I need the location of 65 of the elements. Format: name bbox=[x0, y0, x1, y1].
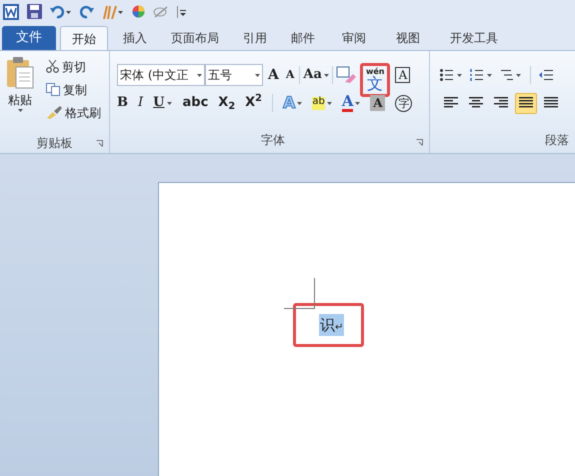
group-label: 字体 bbox=[261, 132, 285, 149]
shading-button[interactable]: A bbox=[370, 95, 386, 111]
character-border-button[interactable]: A bbox=[395, 67, 410, 83]
ribbon-tab[interactable]: 邮件 bbox=[280, 26, 326, 50]
align-right-icon bbox=[494, 97, 508, 109]
ribbon-tab[interactable]: 插入 bbox=[112, 26, 158, 50]
align-button[interactable] bbox=[515, 92, 537, 114]
ribbon-tab[interactable]: 开始 bbox=[60, 26, 108, 50]
caret-icon bbox=[326, 102, 332, 104]
caret-icon bbox=[18, 109, 22, 112]
redo-icon[interactable] bbox=[80, 4, 94, 18]
customize-icon[interactable] bbox=[177, 6, 186, 18]
group-label: 剪贴板 bbox=[36, 135, 72, 152]
caret-icon bbox=[255, 74, 260, 76]
clipboard-button[interactable]: 剪切 bbox=[46, 57, 101, 76]
color-wheel-icon[interactable] bbox=[132, 5, 145, 18]
font-size-field[interactable]: 五号 bbox=[205, 64, 263, 86]
ribbon-tab[interactable]: 页面布局 bbox=[160, 26, 230, 50]
format-button[interactable]: abc bbox=[182, 93, 208, 113]
change-case-button[interactable]: Aa bbox=[303, 65, 329, 85]
numbering-icon[interactable] bbox=[470, 69, 492, 81]
ribbon-tab[interactable]: 审阅 bbox=[328, 26, 380, 50]
app-icon[interactable] bbox=[3, 4, 19, 20]
format-button[interactable]: I bbox=[138, 93, 144, 113]
format-button[interactable]: B bbox=[117, 93, 128, 113]
clear-format-icon[interactable] bbox=[336, 66, 356, 84]
clipboard-button[interactable]: 复制 bbox=[46, 80, 101, 99]
caret-icon bbox=[355, 102, 360, 104]
multilevel-list-icon[interactable] bbox=[500, 69, 522, 81]
align-left-icon bbox=[444, 97, 458, 109]
copy-icon bbox=[46, 83, 60, 96]
undo-icon[interactable] bbox=[50, 4, 72, 18]
distribute-icon bbox=[544, 97, 558, 109]
selected-text: 识↵ bbox=[319, 314, 344, 336]
format-button[interactable]: U bbox=[153, 93, 172, 113]
bullets-icon[interactable] bbox=[440, 69, 462, 81]
scissors-icon bbox=[46, 60, 59, 73]
caret-icon bbox=[167, 102, 172, 104]
file-tab[interactable]: 文件 bbox=[2, 26, 56, 50]
shrink-font-button[interactable]: A bbox=[284, 66, 296, 84]
dialog-launcher-icon[interactable] bbox=[96, 140, 103, 146]
caret-icon bbox=[297, 102, 302, 104]
align-center-icon bbox=[469, 97, 483, 109]
dialog-launcher-icon[interactable] bbox=[416, 139, 423, 146]
ribbon-tab[interactable]: 引用 bbox=[232, 26, 278, 50]
ribbon-tab[interactable]: 视图 bbox=[382, 26, 434, 50]
brush-icon[interactable] bbox=[102, 4, 124, 18]
enclose-char-button[interactable]: 字 bbox=[395, 94, 412, 112]
clipboard-icon bbox=[6, 57, 34, 89]
ribbon-tab[interactable]: 开发工具 bbox=[436, 26, 512, 50]
caret-icon bbox=[197, 74, 202, 76]
format-brush-icon bbox=[46, 106, 62, 119]
save-icon[interactable] bbox=[27, 4, 42, 19]
font-name-field[interactable]: 宋体 (中文正 bbox=[117, 64, 205, 86]
font-color-button[interactable]: A bbox=[342, 94, 360, 112]
phonetic-guide-button[interactable]: wén 文 bbox=[366, 68, 384, 92]
caret-icon bbox=[324, 74, 329, 76]
clipboard-button[interactable]: 格式刷 bbox=[46, 103, 101, 122]
group-label: 段落 bbox=[545, 132, 569, 149]
paste-button[interactable]: 粘贴 bbox=[0, 57, 40, 133]
grow-font-button[interactable]: A bbox=[266, 64, 281, 86]
justify-icon bbox=[519, 97, 533, 109]
format-button[interactable]: X$_{2}$ bbox=[218, 93, 236, 113]
decrease-indent-icon[interactable] bbox=[539, 69, 553, 81]
format-button[interactable]: X$^{2}$ bbox=[245, 93, 262, 113]
